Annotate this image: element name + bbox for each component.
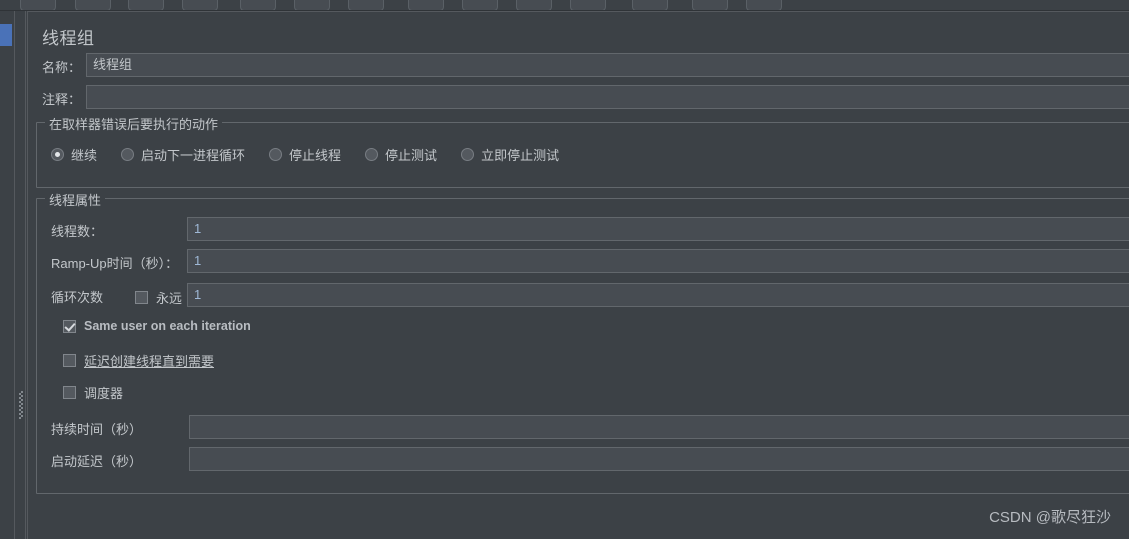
threads-input[interactable]: 1 [187,217,1129,241]
sampler-error-action-radios: 继续 启动下一进程循环 停止线程 停止测试 立即停止测试 [51,145,583,164]
radio-stop-test[interactable]: 停止测试 [365,145,437,164]
radio-stop-thread[interactable]: 停止线程 [269,145,341,164]
radio-start-next-loop[interactable]: 启动下一进程循环 [121,145,245,164]
same-user-checkbox-indicator[interactable] [63,319,76,333]
loop-count-label: 循环次数 [51,290,104,305]
toolbar-button-10[interactable] [516,0,552,10]
rampup-input[interactable]: 1 [187,249,1129,273]
scheduler-checkbox-label: 调度器 [84,386,124,401]
radio-stop-thread-label: 停止线程 [289,148,342,163]
name-row: 名称： 线程组 [28,53,1129,77]
sampler-error-action-legend: 在取样器错误后要执行的动作 [45,114,223,133]
comment-label: 注释： [42,92,82,107]
radio-start-next-loop-indicator[interactable] [121,148,135,161]
forever-checkbox[interactable]: 永远 [135,288,182,307]
threads-label: 线程数： [51,224,104,239]
startup-delay-label: 启动延迟（秒） [51,454,143,469]
delay-thread-creation-checkbox-indicator[interactable] [63,354,76,367]
radio-continue[interactable]: 继续 [51,145,97,164]
jmeter-thread-group-window: 线程组 名称： 线程组 注释： 在取样器错误后要执行的动作 继续 启动下一进程循… [0,0,1129,539]
radio-stop-test-now-indicator[interactable] [461,148,475,161]
same-user-checkbox[interactable]: Same user on each iteration [63,319,251,333]
startup-delay-input[interactable] [189,447,1129,471]
toolbar-button-7[interactable] [348,0,384,10]
toolbar-button-2[interactable] [75,0,111,10]
duration-label: 持续时间（秒） [51,422,143,437]
scheduler-checkbox-indicator[interactable] [63,386,76,399]
duration-row: 持续时间（秒） [37,415,1129,439]
loop-count-input[interactable]: 1 [187,283,1129,307]
radio-start-next-loop-label: 启动下一进程循环 [141,148,246,163]
toolbar-button-3[interactable] [128,0,164,10]
forever-checkbox-label: 永远 [156,291,183,306]
name-input[interactable]: 线程组 [86,53,1129,77]
rampup-row: Ramp-Up时间（秒）： 1 [37,249,1129,273]
toolbar [0,0,1129,11]
name-label: 名称： [42,60,82,75]
radio-stop-test-label: 停止测试 [385,148,438,163]
forever-checkbox-indicator[interactable] [135,291,148,304]
delay-thread-creation-checkbox-label: 延迟创建线程直到需要 [84,354,215,369]
toolbar-button-6[interactable] [294,0,330,10]
toolbar-button-11[interactable] [570,0,606,10]
threads-row: 线程数： 1 [37,217,1129,241]
test-plan-tree-panel[interactable] [0,11,15,539]
duration-input[interactable] [189,415,1129,439]
loop-count-row: 循环次数 永远 1 [37,283,1129,307]
delay-thread-creation-checkbox[interactable]: 延迟创建线程直到需要 [63,351,214,370]
radio-continue-label: 继续 [71,148,98,163]
radio-continue-indicator[interactable] [51,148,64,161]
same-user-checkbox-label: Same user on each iteration [84,319,251,333]
thread-properties-group: 线程属性 线程数： 1 Ramp-Up时间（秒）： 1 循环次数 永远 1 Sa… [36,190,1129,494]
splitter-grip-icon[interactable] [19,391,23,419]
comment-input[interactable] [86,85,1129,109]
watermark-text: CSDN @歌尽狂沙 [989,509,1111,526]
startup-delay-row: 启动延迟（秒） [37,447,1129,471]
radio-stop-test-now-label: 立即停止测试 [481,148,560,163]
toolbar-button-14[interactable] [746,0,782,10]
sampler-error-action-group: 在取样器错误后要执行的动作 继续 启动下一进程循环 停止线程 停止测试 立即停止… [36,114,1129,188]
tree-selected-node[interactable] [0,24,12,46]
toolbar-button-12[interactable] [632,0,668,10]
rampup-label: Ramp-Up时间（秒）： [51,256,179,271]
toolbar-button-8[interactable] [408,0,444,10]
radio-stop-test-indicator[interactable] [365,148,379,161]
thread-properties-legend: 线程属性 [45,190,106,209]
toolbar-button-4[interactable] [182,0,218,10]
radio-stop-thread-indicator[interactable] [269,148,283,161]
toolbar-button-9[interactable] [462,0,498,10]
scheduler-checkbox[interactable]: 调度器 [63,383,123,402]
panel-splitter[interactable] [15,11,26,539]
comment-row: 注释： [28,85,1129,109]
toolbar-button-13[interactable] [692,0,728,10]
toolbar-button-5[interactable] [240,0,276,10]
thread-group-editor-panel: 线程组 名称： 线程组 注释： 在取样器错误后要执行的动作 继续 启动下一进程循… [27,11,1129,539]
radio-stop-test-now[interactable]: 立即停止测试 [461,145,559,164]
page-title: 线程组 [42,29,95,48]
toolbar-button-1[interactable] [20,0,56,10]
